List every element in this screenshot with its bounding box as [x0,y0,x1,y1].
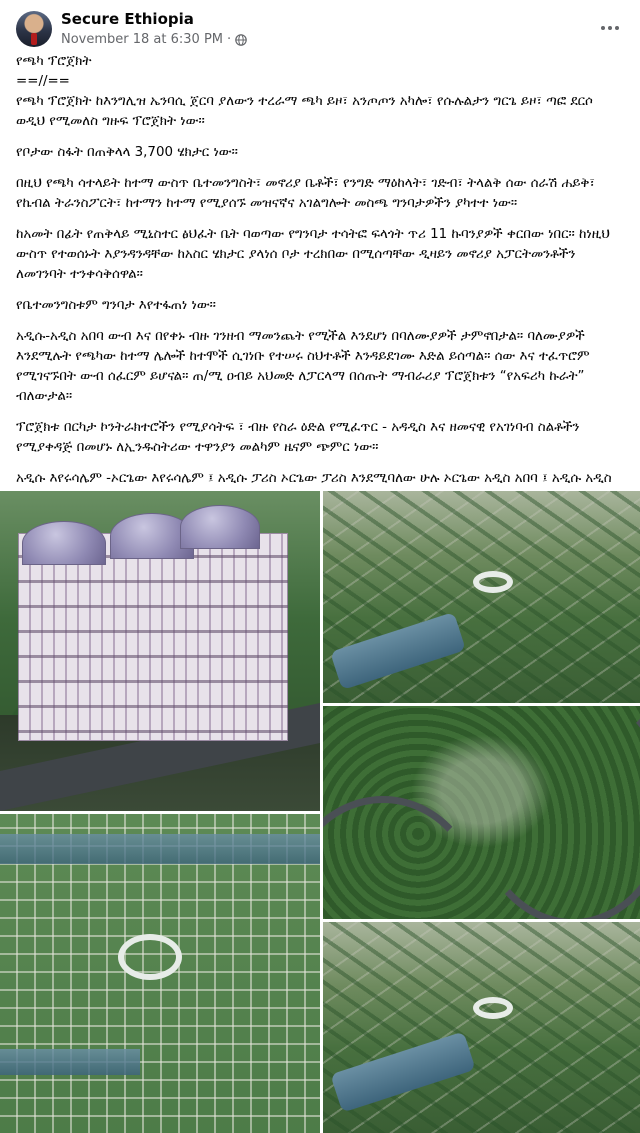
photo-site-plan[interactable] [0,814,320,1133]
post-divider: ==//== [16,74,70,89]
post-header: Secure Ethiopia November 18 at 6:30 PM · [0,0,640,56]
paragraph-7: ፕሮጀክቱ በርካታ ኮንትራክተሮችን የሚያሳትፍ ፣ ብዙ የስራ ዕድል… [16,420,580,455]
page-name[interactable]: Secure Ethiopia [61,10,194,28]
paragraph-2: የቦታው ስፋት በጠቅላላ 3,700 ሄክታር ነው። [16,145,238,160]
post-text: የጫካ ፕሮጀክት ==//== የጫካ ፕሮጀክት ከእንግሊዝ ኤንባሲ ጀ… [16,52,622,520]
more-options-icon[interactable] [594,14,626,42]
paragraph-5: የቤተመንግስቱም ግንባታ እየተፋጠነ ነው። [16,298,216,313]
photo-palace[interactable] [0,491,320,811]
photo-aerial-city-2[interactable] [323,922,640,1133]
globe-icon[interactable] [235,33,247,46]
post-title: የጫካ ፕሮጀክት [16,54,92,69]
photo-forest-road[interactable] [323,706,640,919]
post-meta: November 18 at 6:30 PM · [61,32,247,47]
paragraph-3: በዚህ የጫካ ሳተላይት ከተማ ውስጥ ቤተመንግስት፣ መኖሪያ ቤቶች፣… [16,176,595,211]
post-timestamp[interactable]: November 18 at 6:30 PM [61,32,223,47]
paragraph-6: አዲሱ-አዲስ አበባ ውብ እና በየቀኑ ብዙ ገንዘብ ማመንጨት የሚች… [16,329,590,404]
photo-aerial-city-1[interactable] [323,491,640,703]
paragraph-1: የጫካ ፕሮጀክት ከእንግሊዝ ኤንባሲ ጀርባ ያለውን ተረራማ ጫካ ይ… [16,94,593,129]
paragraph-4: ከአመት በፊት የጠቅላይ ሚኒስተር ፅህፈት ቤት ባወጣው የግንባታ … [16,227,610,282]
meta-separator: · [227,32,232,47]
photo-grid [0,491,640,1133]
avatar[interactable] [16,11,52,47]
